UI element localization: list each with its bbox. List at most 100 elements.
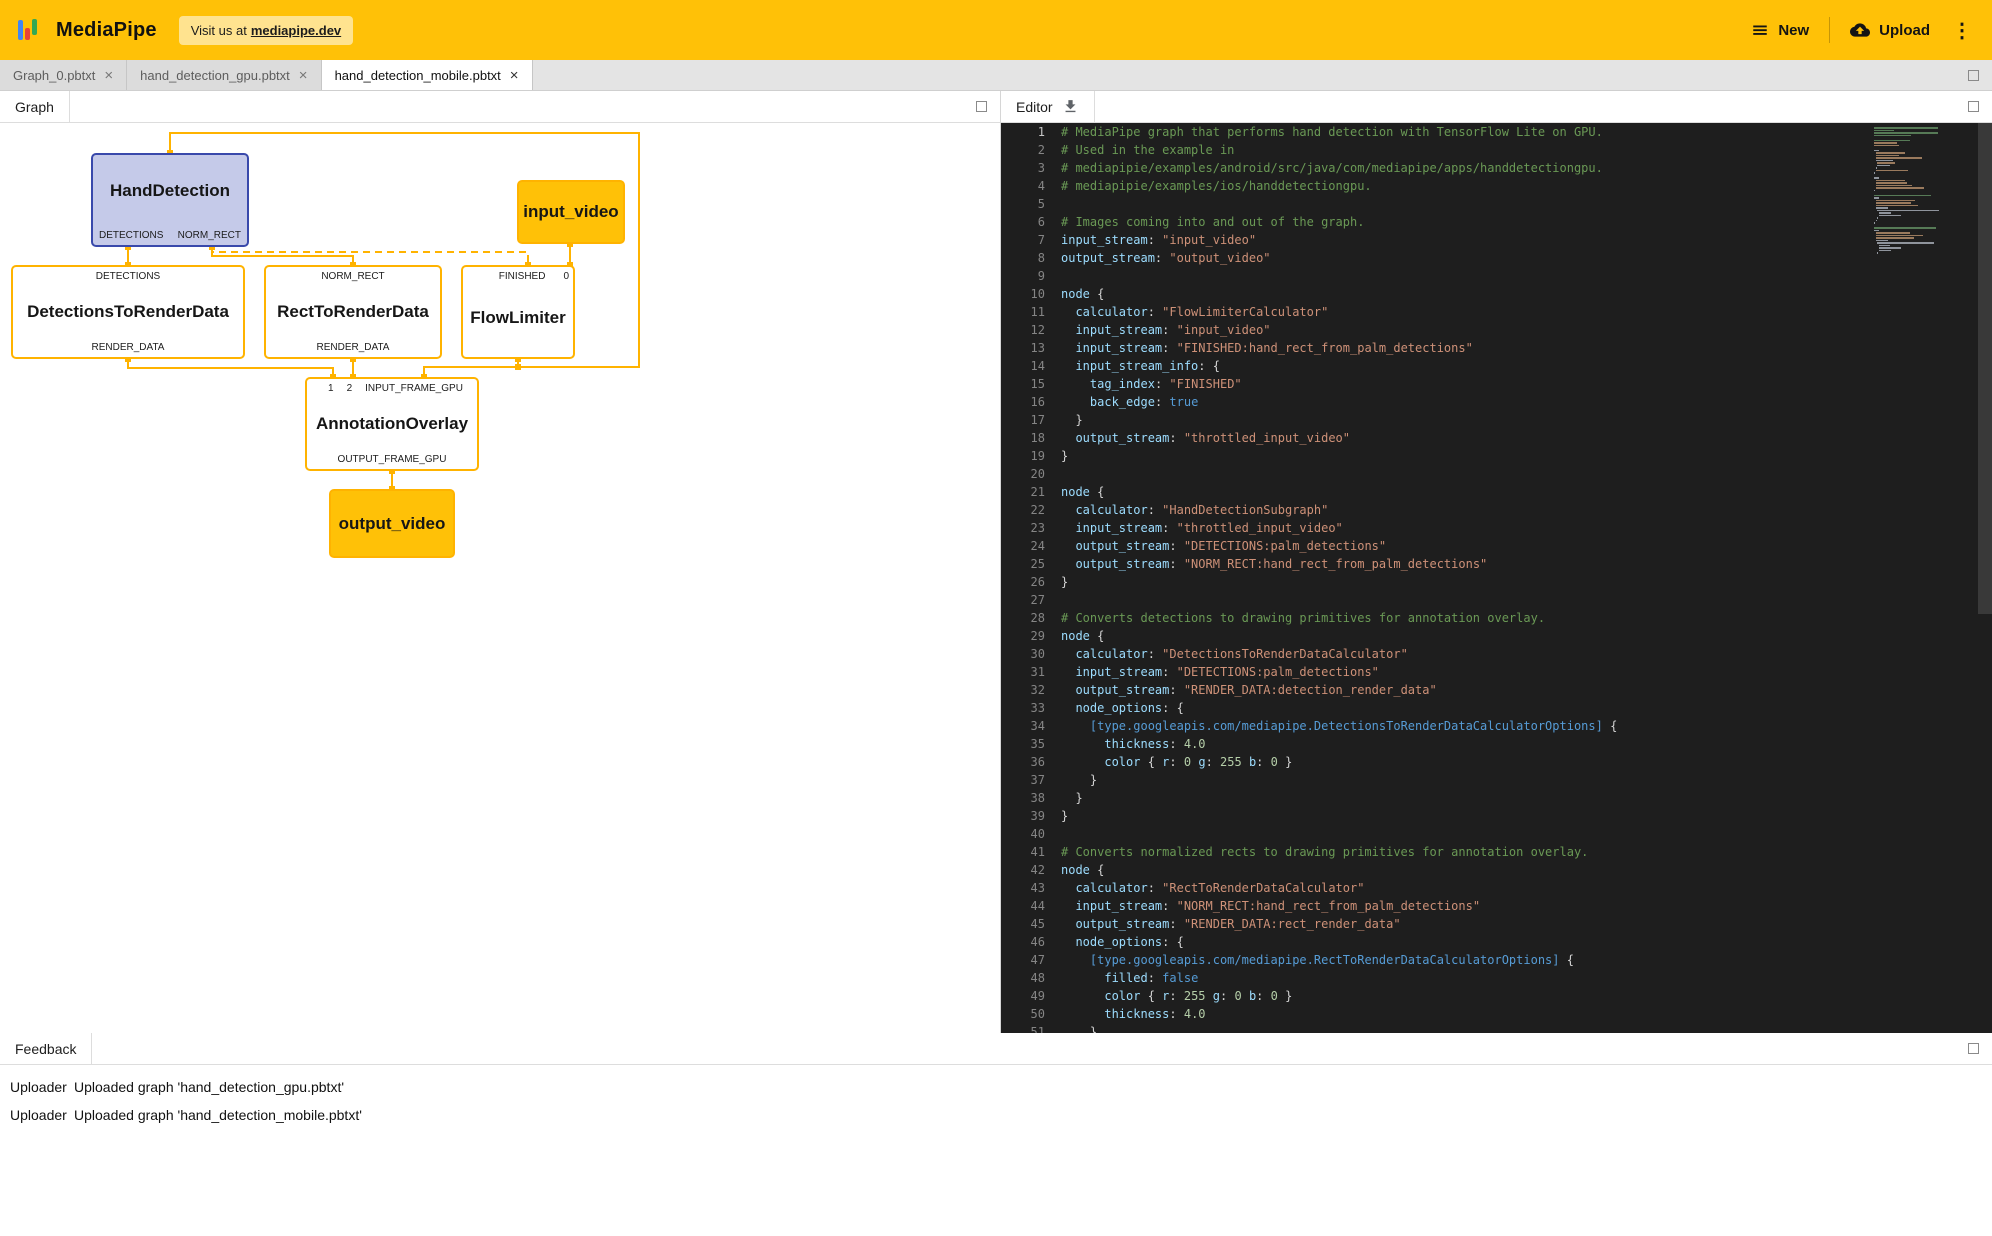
graph-node-annotation-overlay[interactable]: 1 2 INPUT_FRAME_GPU AnnotationOverlay OU… [305, 377, 479, 471]
code-line[interactable]: 21node { [1001, 483, 1992, 501]
line-number: 29 [1001, 627, 1061, 645]
code-line[interactable]: 43 calculator: "RectToRenderDataCalculat… [1001, 879, 1992, 897]
code-line[interactable]: 16 back_edge: true [1001, 393, 1992, 411]
code-line[interactable]: 2# Used in the example in [1001, 141, 1992, 159]
line-content: node { [1061, 285, 1104, 303]
new-button[interactable]: New [1745, 20, 1815, 40]
editor-scrollbar[interactable] [1978, 123, 1992, 1033]
line-number: 31 [1001, 663, 1061, 681]
graph-expand-icon[interactable] [976, 101, 987, 112]
file-tab[interactable]: Graph_0.pbtxt× [0, 60, 127, 90]
code-line[interactable]: 34 [type.googleapis.com/mediapipe.Detect… [1001, 717, 1992, 735]
tab-editor[interactable]: Editor [1001, 91, 1095, 122]
code-line[interactable]: 4# mediapipie/examples/ios/handdetection… [1001, 177, 1992, 195]
code-line[interactable]: 25 output_stream: "NORM_RECT:hand_rect_f… [1001, 555, 1992, 573]
mediapipe-dev-link[interactable]: mediapipe.dev [251, 23, 341, 38]
code-line[interactable]: 35 thickness: 4.0 [1001, 735, 1992, 753]
code-line[interactable]: 51 } [1001, 1023, 1992, 1033]
line-number: 34 [1001, 717, 1061, 735]
code-line[interactable]: 32 output_stream: "RENDER_DATA:detection… [1001, 681, 1992, 699]
code-line[interactable]: 19} [1001, 447, 1992, 465]
code-line[interactable]: 47 [type.googleapis.com/mediapipe.RectTo… [1001, 951, 1992, 969]
code-line[interactable]: 6# Images coming into and out of the gra… [1001, 213, 1992, 231]
tab-close-icon[interactable]: × [104, 68, 113, 83]
code-line[interactable]: 42node { [1001, 861, 1992, 879]
code-line[interactable]: 37 } [1001, 771, 1992, 789]
code-line[interactable]: 41# Converts normalized rects to drawing… [1001, 843, 1992, 861]
graph-node-output-video[interactable]: output_video [329, 489, 455, 558]
code-line[interactable]: 30 calculator: "DetectionsToRenderDataCa… [1001, 645, 1992, 663]
graph-node-hand-detection[interactable]: HandDetection DETECTIONS NORM_RECT [91, 153, 249, 247]
header-actions: New Upload ⋮ [1745, 17, 1974, 43]
code-line[interactable]: 31 input_stream: "DETECTIONS:palm_detect… [1001, 663, 1992, 681]
line-content: node { [1061, 483, 1104, 501]
code-line[interactable]: 20 [1001, 465, 1992, 483]
code-line[interactable]: 7input_stream: "input_video" [1001, 231, 1992, 249]
code-line[interactable]: 3# mediapipie/examples/android/src/java/… [1001, 159, 1992, 177]
code-line[interactable]: 36 color { r: 0 g: 255 b: 0 } [1001, 753, 1992, 771]
download-graph-icon[interactable] [1062, 98, 1079, 115]
code-line[interactable]: 40 [1001, 825, 1992, 843]
code-line[interactable]: 5 [1001, 195, 1992, 213]
node-output-ports: RENDER_DATA [266, 338, 440, 357]
tab-feedback[interactable]: Feedback [0, 1033, 92, 1064]
code-line[interactable]: 11 calculator: "FlowLimiterCalculator" [1001, 303, 1992, 321]
code-line[interactable]: 45 output_stream: "RENDER_DATA:rect_rend… [1001, 915, 1992, 933]
code-line[interactable]: 26} [1001, 573, 1992, 591]
code-editor[interactable]: 1# MediaPipe graph that performs hand de… [1001, 123, 1992, 1033]
graph-node-rect-to-render-data[interactable]: NORM_RECT RectToRenderData RENDER_DATA [264, 265, 442, 359]
line-content: calculator: "HandDetectionSubgraph" [1061, 501, 1328, 519]
graph-node-flow-limiter[interactable]: FINISHED 0 FlowLimiter [461, 265, 575, 359]
editor-minimap[interactable] [1874, 127, 1974, 255]
code-line[interactable]: 10node { [1001, 285, 1992, 303]
port-label: FINISHED [499, 271, 546, 282]
code-line[interactable]: 22 calculator: "HandDetectionSubgraph" [1001, 501, 1992, 519]
code-line[interactable]: 48 filled: false [1001, 969, 1992, 987]
graph-canvas[interactable]: HandDetection DETECTIONS NORM_RECT input… [0, 123, 1000, 1033]
code-line[interactable]: 12 input_stream: "input_video" [1001, 321, 1992, 339]
code-line[interactable]: 28# Converts detections to drawing primi… [1001, 609, 1992, 627]
code-line[interactable]: 39} [1001, 807, 1992, 825]
node-title: FlowLimiter [463, 286, 573, 349]
code-line[interactable]: 50 thickness: 4.0 [1001, 1005, 1992, 1023]
graph-node-input-video[interactable]: input_video [517, 180, 625, 244]
code-line[interactable]: 46 node_options: { [1001, 933, 1992, 951]
code-line[interactable]: 9 [1001, 267, 1992, 285]
line-number: 7 [1001, 231, 1061, 249]
upload-button-label: Upload [1879, 22, 1930, 39]
file-tab-label: hand_detection_mobile.pbtxt [335, 68, 501, 83]
code-line[interactable]: 17 } [1001, 411, 1992, 429]
minimap-line [1879, 215, 1901, 217]
editor-expand-icon[interactable] [1968, 101, 1979, 112]
code-line[interactable]: 38 } [1001, 789, 1992, 807]
code-line[interactable]: 33 node_options: { [1001, 699, 1992, 717]
tab-close-icon[interactable]: × [299, 68, 308, 83]
code-line[interactable]: 29node { [1001, 627, 1992, 645]
code-line[interactable]: 15 tag_index: "FINISHED" [1001, 375, 1992, 393]
code-line[interactable]: 1# MediaPipe graph that performs hand de… [1001, 123, 1992, 141]
tab-close-icon[interactable]: × [510, 68, 519, 83]
code-line[interactable]: 14 input_stream_info: { [1001, 357, 1992, 375]
code-line[interactable]: 23 input_stream: "throttled_input_video" [1001, 519, 1992, 537]
code-line[interactable]: 18 output_stream: "throttled_input_video… [1001, 429, 1992, 447]
tabbar-expand-icon[interactable] [1968, 70, 1979, 81]
upload-button[interactable]: Upload [1844, 19, 1936, 41]
tab-graph[interactable]: Graph [0, 91, 70, 122]
code-line[interactable]: 49 color { r: 255 g: 0 b: 0 } [1001, 987, 1992, 1005]
scrollbar-thumb[interactable] [1978, 123, 1992, 614]
more-options-button[interactable]: ⋮ [1950, 18, 1974, 43]
graph-node-detections-to-render-data[interactable]: DETECTIONS DetectionsToRenderData RENDER… [11, 265, 245, 359]
code-line[interactable]: 27 [1001, 591, 1992, 609]
file-tab[interactable]: hand_detection_gpu.pbtxt× [127, 60, 321, 90]
code-line[interactable]: 13 input_stream: "FINISHED:hand_rect_fro… [1001, 339, 1992, 357]
tab-feedback-label: Feedback [15, 1041, 76, 1057]
feedback-source: Uploader [10, 1079, 74, 1095]
feedback-expand-icon[interactable] [1968, 1043, 1979, 1054]
file-tab[interactable]: hand_detection_mobile.pbtxt × [322, 60, 533, 90]
cloud-upload-icon [1850, 20, 1870, 40]
node-title: output_video [331, 491, 453, 556]
code-line[interactable]: 8output_stream: "output_video" [1001, 249, 1992, 267]
code-line[interactable]: 44 input_stream: "NORM_RECT:hand_rect_fr… [1001, 897, 1992, 915]
line-number: 10 [1001, 285, 1061, 303]
code-line[interactable]: 24 output_stream: "DETECTIONS:palm_detec… [1001, 537, 1992, 555]
